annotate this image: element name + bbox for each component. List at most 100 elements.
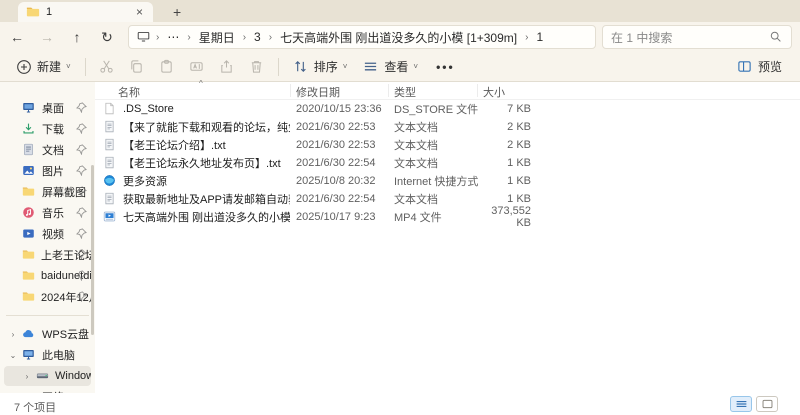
search-box[interactable]: 在 1 中搜索 [602,25,792,49]
breadcrumb-separator: › [268,31,273,43]
column-headers: ^ 名称 修改日期 类型 大小 [95,79,800,100]
more-options-button[interactable]: ••• [426,60,465,74]
this-pc-icon [22,348,36,362]
refresh-button[interactable]: ↻ [94,29,120,46]
file-row[interactable]: .DS_Store 2020/10/15 23:36 DS_STORE 文件 7… [95,100,800,118]
music-icon [22,206,36,220]
column-header-type[interactable]: 类型 [388,82,477,99]
rename-button[interactable] [182,56,212,78]
preview-pane-icon [737,59,753,75]
file-name: 【来了就能下载和观看的论坛，纯免费！】.txt [123,122,290,134]
address-bar[interactable]: › ⋯ › 星期日 › 3 › 七天高端外围 刚出道没多久的小模 [1+309m… [128,25,596,49]
breadcrumb-item[interactable]: 七天高端外围 刚出道没多久的小模 [1+309m] [277,29,520,46]
new-tab-button[interactable]: + [167,4,187,22]
explorer-header: ← → ↑ ↻ › ⋯ › 星期日 › 3 › 七天高端外围 刚出道没多久的小模… [0,22,800,82]
sidebar-item-label: 音乐 [42,208,64,220]
sidebar-item-desktop[interactable]: 桌面 [4,98,91,118]
breadcrumb-separator: › [156,31,160,43]
sidebar-item-screenshots[interactable]: 屏幕截图 [4,182,91,202]
file-size: 7 KB [507,103,531,115]
file-row[interactable]: 更多资源 2025/10/8 20:32 Internet 快捷方式 1 KB [95,172,800,190]
column-header-date[interactable]: 修改日期 [290,82,388,99]
sidebar-item-folder-baidunetdisk[interactable]: baidunetdisl [4,266,91,286]
navigation-pane: 桌面 下载 文档 图片 屏幕截图 音乐 视频 上老王论坛当 ba [0,82,95,404]
sidebar-item-windows-ssd[interactable]: › Windows-SSD [4,366,91,386]
tab-close-icon[interactable]: × [134,5,145,19]
file-row[interactable]: 【老王论坛介绍】.txt 2021/6/30 22:53 文本文档 2 KB [95,136,800,154]
pin-icon [75,228,87,240]
breadcrumb-item[interactable]: 星期日 [196,29,238,46]
chevron-down-icon[interactable]: ⌄ [8,351,18,360]
breadcrumb-overflow[interactable]: ⋯ [164,30,182,44]
desktop-icon [22,101,36,115]
large-icons-view-button[interactable] [756,396,778,412]
status-bar: 7 个项目 [0,393,800,415]
pictures-icon [22,164,36,178]
share-button[interactable] [212,56,242,78]
breadcrumb-separator: › [242,31,247,43]
paste-button[interactable] [152,56,182,78]
copy-button[interactable] [122,56,152,78]
chevron-right-icon[interactable]: › [8,330,18,339]
sort-button[interactable]: 排序 ˅ [285,54,356,79]
text-file-icon [103,156,117,170]
file-size: 373,552 KB [491,205,531,229]
sidebar-item-videos[interactable]: 视频 [4,224,91,244]
sidebar-item-folder-laowang[interactable]: 上老王论坛当 [4,245,91,265]
sidebar-item-pictures[interactable]: 图片 [4,161,91,181]
delete-button[interactable] [242,56,272,78]
forward-button[interactable]: → [34,29,60,45]
sidebar-item-folder-2024-12[interactable]: 2024年12月, [4,287,91,307]
view-icon [363,59,379,75]
folder-icon [22,248,35,262]
file-size: 2 KB [507,139,531,151]
pin-icon [75,165,87,177]
new-button[interactable]: 新建 ˅ [8,54,79,79]
text-file-icon [103,120,117,134]
pin-icon [75,186,87,198]
explorer-tab[interactable]: 1 × [18,2,153,22]
folder-icon [22,269,35,283]
file-row[interactable]: 获取最新地址及APP请发邮箱自动获取.txt 2021/6/30 22:54 文… [95,190,800,208]
sidebar-scrollbar[interactable] [91,165,94,335]
file-row[interactable]: 【来了就能下载和观看的论坛，纯免费！】.txt 2021/6/30 22:53 … [95,118,800,136]
sidebar-item-label: 桌面 [42,103,64,115]
file-list: ^ 名称 修改日期 类型 大小 .DS_Store 2020/10/15 23:… [95,79,800,393]
file-type: 文本文档 [394,158,438,170]
items-count: 7 个项目 [14,402,57,414]
view-button-label: 查看 [384,60,409,74]
column-header-size[interactable]: 大小 [477,82,535,99]
sort-button-label: 排序 [313,60,338,74]
sidebar-item-label: 视频 [42,229,64,241]
pin-icon [75,270,87,282]
sidebar-item-music[interactable]: 音乐 [4,203,91,223]
breadcrumb-item[interactable]: 1 [533,30,546,44]
file-row[interactable]: 七天高端外围 刚出道没多久的小模.mp4 2025/10/17 9:23 MP4… [95,205,800,229]
file-type: MP4 文件 [394,212,442,224]
details-view-button[interactable] [730,396,752,412]
sidebar-item-documents[interactable]: 文档 [4,140,91,160]
back-button[interactable]: ← [4,29,30,45]
new-button-label: 新建 [37,60,62,74]
preview-button[interactable]: 预览 [729,54,790,79]
file-type: 文本文档 [394,194,438,206]
file-name: 七天高端外围 刚出道没多久的小模.mp4 [123,212,290,224]
column-header-name[interactable]: 名称 [95,82,290,99]
view-button[interactable]: 查看 ˅ [355,54,426,79]
file-type: 文本文档 [394,140,438,152]
chevron-right-icon[interactable]: › [22,372,32,381]
tab-bar: 1 × + [0,0,800,22]
pin-icon [75,207,87,219]
up-button[interactable]: ↑ [64,29,90,45]
sidebar-item-downloads[interactable]: 下载 [4,119,91,139]
sidebar-item-wps-cloud[interactable]: › WPS云盘 [4,324,91,344]
file-row[interactable]: 【老王论坛永久地址发布页】.txt 2021/6/30 22:54 文本文档 1… [95,154,800,172]
file-size: 1 KB [507,193,531,205]
internet-shortcut-icon [103,174,117,188]
breadcrumb-item[interactable]: 3 [251,30,264,44]
cut-button[interactable] [92,56,122,78]
file-name: 更多资源 [123,176,167,188]
command-toolbar: 新建 ˅ 排序 ˅ 查看 ˅ ••• 预览 [0,52,800,81]
sidebar-item-this-pc[interactable]: ⌄ 此电脑 [4,345,91,365]
file-size: 2 KB [507,121,531,133]
